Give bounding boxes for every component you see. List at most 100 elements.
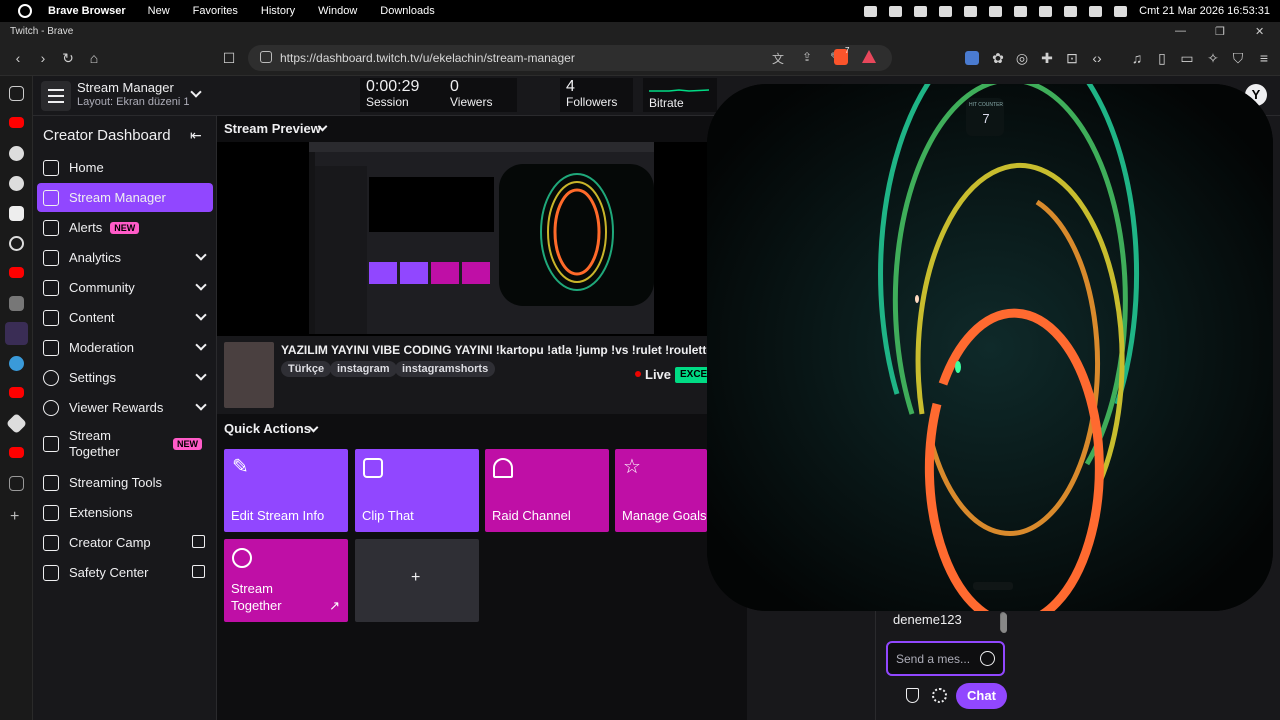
tag-instagramshorts[interactable]: instagramshorts	[395, 361, 496, 377]
sidebar-item-community[interactable]: Community	[37, 273, 213, 302]
menu-downloads[interactable]: Downloads	[380, 5, 434, 17]
calendar-icon[interactable]	[889, 5, 903, 17]
site-info-icon[interactable]	[260, 51, 272, 63]
menu-favorites[interactable]: Favorites	[193, 5, 238, 17]
collapse-sidebar-icon[interactable]: ⇤	[190, 127, 202, 144]
sidebar-item-settings[interactable]: Settings	[37, 363, 213, 392]
sidebar-toggle-icon[interactable]: ▯	[1152, 48, 1172, 68]
hamburger-menu-icon[interactable]	[41, 81, 71, 111]
sidebar-item-home[interactable]: Home	[37, 153, 213, 182]
github-icon-2[interactable]	[9, 176, 24, 191]
wifi-icon[interactable]	[964, 5, 978, 17]
bookmark-icon[interactable]: ☐	[219, 48, 239, 68]
add-quick-action-button[interactable]: +	[355, 539, 479, 622]
close-icon[interactable]: ✕	[1255, 22, 1264, 40]
edit-stream-info-button[interactable]: ✎ Edit Stream Info	[224, 449, 348, 532]
battery-icon[interactable]	[1014, 5, 1028, 17]
manage-goals-button[interactable]: ☆ Manage Goals	[615, 449, 707, 532]
url-text[interactable]: https://dashboard.twitch.tv/u/ekelachin/…	[280, 51, 575, 65]
sidebar-item-content[interactable]: Content	[37, 303, 213, 332]
layout-name[interactable]: Layout: Ekran düzeni 1	[77, 96, 190, 108]
tag-instagram[interactable]: instagram	[330, 361, 397, 377]
sidebar-item-moderation[interactable]: Moderation	[37, 333, 213, 362]
reload-icon[interactable]: ↻	[58, 48, 78, 68]
menu-window[interactable]: Window	[318, 5, 357, 17]
diamond-icon[interactable]	[5, 412, 28, 435]
vpn-shield-icon[interactable]	[9, 476, 24, 491]
sidebar-item-safety-center[interactable]: Safety Center	[37, 558, 213, 587]
stream-preview-player[interactable]	[217, 142, 747, 336]
forward-icon[interactable]: ›	[33, 48, 53, 68]
sidebar-item-creator-camp[interactable]: Creator Camp	[37, 528, 213, 557]
chat-send-button[interactable]: Chat	[956, 683, 1007, 709]
text-input-icon[interactable]	[1064, 5, 1078, 17]
sidebar-item-stream-together[interactable]: Stream Together NEW	[37, 423, 213, 465]
preview-frame-nested	[369, 177, 494, 232]
tag-turkce[interactable]: Türkçe	[281, 361, 332, 377]
minimize-icon[interactable]: —	[1175, 22, 1186, 40]
layout-chevron-down-icon[interactable]	[190, 86, 202, 98]
stream-thumbnail[interactable]	[224, 342, 274, 408]
os-menu-bar: Brave Browser New Favorites History Wind…	[0, 0, 1280, 22]
chat-settings-gear-icon[interactable]	[932, 688, 947, 703]
extensions-icon[interactable]: ✚	[1037, 48, 1057, 68]
devtools-icon[interactable]: ‹›	[1087, 48, 1107, 68]
search-icon[interactable]	[1089, 5, 1103, 17]
home-icon[interactable]: ⌂	[84, 48, 104, 68]
brave-rewards-icon[interactable]	[862, 50, 876, 63]
menu-history[interactable]: History	[261, 5, 295, 17]
restore-icon[interactable]: ❐	[1215, 22, 1225, 40]
sidebar-panel-icon[interactable]	[9, 86, 24, 101]
add-user-icon	[43, 436, 59, 452]
music-icon[interactable]: ♫	[1127, 48, 1147, 68]
add-panel-icon[interactable]: +	[10, 508, 19, 526]
cookie-icon[interactable]: ✿	[988, 48, 1008, 68]
chat-message-user[interactable]: deneme123	[893, 612, 962, 627]
chat-scroll-thumb[interactable]	[1001, 613, 1007, 633]
bluetooth-icon[interactable]	[939, 5, 953, 17]
menu-new[interactable]: New	[148, 5, 170, 17]
volume-icon[interactable]	[1039, 5, 1053, 17]
z-app-icon[interactable]	[9, 206, 24, 221]
sidebar-item-stream-manager[interactable]: Stream Manager	[37, 183, 213, 212]
globe-icon[interactable]: ◎	[1012, 48, 1032, 68]
menu-icon[interactable]: ≡	[1254, 48, 1274, 68]
twitch-icon[interactable]	[5, 322, 28, 345]
sidebar-item-streaming-tools[interactable]: Streaming Tools	[37, 468, 213, 497]
sidebar-item-viewer-rewards[interactable]: Viewer Rewards	[37, 393, 213, 422]
app-name[interactable]: Brave Browser	[48, 5, 126, 17]
translate-extension-icon[interactable]	[962, 48, 982, 68]
share-icon[interactable]: ⇪	[802, 50, 812, 64]
emote-picker-icon[interactable]	[980, 651, 995, 666]
shield-icon[interactable]: ⛉	[1228, 48, 1248, 68]
wallet-icon[interactable]: ▭	[1177, 48, 1197, 68]
youtube-icon[interactable]	[9, 117, 24, 128]
screenshot-icon[interactable]: ⊡	[1062, 48, 1082, 68]
control-center-icon[interactable]	[1114, 5, 1128, 17]
mod-shield-icon[interactable]	[906, 688, 919, 703]
bot-icon[interactable]	[9, 356, 24, 371]
translate-icon[interactable]: 文	[772, 50, 784, 67]
stream-together-button[interactable]: Stream Together ↗	[224, 539, 348, 622]
display-icon[interactable]	[989, 5, 1003, 17]
cloud-icon[interactable]	[864, 5, 878, 17]
microphone-icon[interactable]	[914, 5, 928, 17]
github-icon[interactable]	[9, 146, 24, 161]
address-bar[interactable]: https://dashboard.twitch.tv/u/ekelachin/…	[248, 45, 892, 71]
mute-icon[interactable]	[9, 296, 24, 311]
hit-counter-overlay[interactable]: HIT COUNTER 7	[707, 84, 1273, 611]
raid-channel-button[interactable]: Raid Channel	[485, 449, 609, 532]
stream-title[interactable]: YAZILIM YAYINI VIBE CODING YAYINI !karto…	[281, 343, 713, 357]
sidebar-item-alerts[interactable]: Alerts NEW	[37, 213, 213, 242]
os-logo-icon[interactable]	[18, 4, 32, 18]
sidebar-item-extensions[interactable]: Extensions	[37, 498, 213, 527]
vpn-icon[interactable]: ✧	[1203, 48, 1223, 68]
sidebar-item-analytics[interactable]: Analytics	[37, 243, 213, 272]
youtube-icon-3[interactable]	[9, 387, 24, 398]
youtube-icon-2[interactable]	[9, 267, 24, 278]
clock[interactable]: Cmt 21 Mar 2026 16:53:31	[1139, 5, 1270, 17]
youtube-icon-4[interactable]	[9, 447, 24, 458]
back-icon[interactable]: ‹	[8, 48, 28, 68]
chatgpt-icon[interactable]	[9, 236, 24, 251]
clip-that-button[interactable]: Clip That	[355, 449, 479, 532]
